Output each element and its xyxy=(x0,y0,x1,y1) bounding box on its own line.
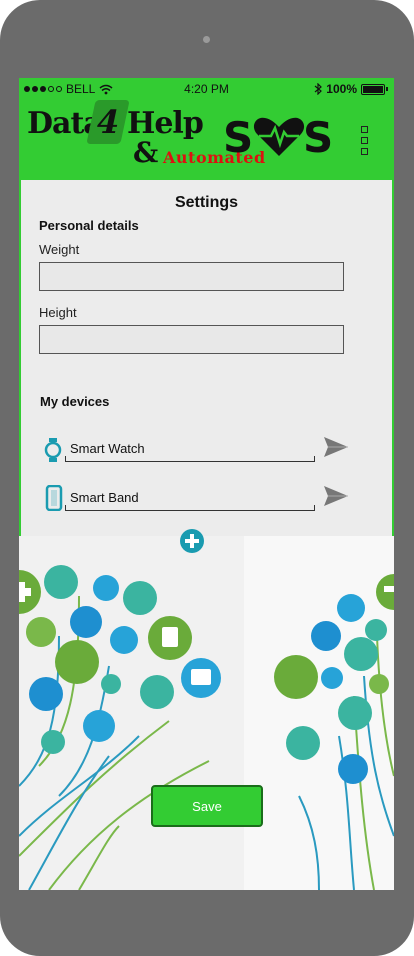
device-name-input[interactable]: Smart Band xyxy=(65,487,315,511)
weight-field[interactable] xyxy=(39,262,344,291)
device-name: Smart Band xyxy=(70,490,139,505)
device-name-input[interactable]: Smart Watch xyxy=(65,438,315,462)
smartwatch-icon xyxy=(44,438,62,462)
page-title: Settings xyxy=(174,194,239,211)
battery-icon xyxy=(361,83,385,95)
app-screen: BELL 4:20 PM 100% Data 4 Help & Automate… xyxy=(19,78,394,890)
height-label: Height xyxy=(39,305,77,320)
svg-text:S: S xyxy=(223,113,253,160)
device-name: Smart Watch xyxy=(70,441,145,456)
send-icon[interactable] xyxy=(323,485,349,507)
camera-dot xyxy=(203,36,210,43)
svg-text:S: S xyxy=(303,113,333,160)
personal-details-heading: Personal details xyxy=(39,218,139,233)
app-header: Data 4 Help & Automated S S xyxy=(19,100,394,180)
weight-label: Weight xyxy=(39,242,80,257)
height-field[interactable] xyxy=(39,325,344,354)
status-right: 100% xyxy=(314,82,388,96)
battery-percent: 100% xyxy=(326,82,357,96)
menu-icon xyxy=(361,126,368,133)
bluetooth-icon xyxy=(314,83,323,95)
status-bar: BELL 4:20 PM 100% xyxy=(19,78,394,100)
medical-background-illustration xyxy=(19,536,394,890)
device-row-smart-band: Smart Band xyxy=(43,485,353,517)
phone-frame: BELL 4:20 PM 100% Data 4 Help & Automate… xyxy=(0,0,414,956)
settings-panel: Settings Personal details Weight Height … xyxy=(19,180,394,536)
smartband-icon xyxy=(45,485,63,511)
sos-heart-logo: S S xyxy=(223,113,333,160)
logo-amp-text: & xyxy=(133,136,159,169)
my-devices-heading: My devices xyxy=(40,394,110,409)
save-button[interactable]: Save xyxy=(151,785,263,827)
menu-button[interactable] xyxy=(361,126,369,159)
add-device-button[interactable] xyxy=(180,529,204,553)
send-icon[interactable] xyxy=(323,436,349,458)
device-row-smart-watch: Smart Watch xyxy=(43,436,353,468)
